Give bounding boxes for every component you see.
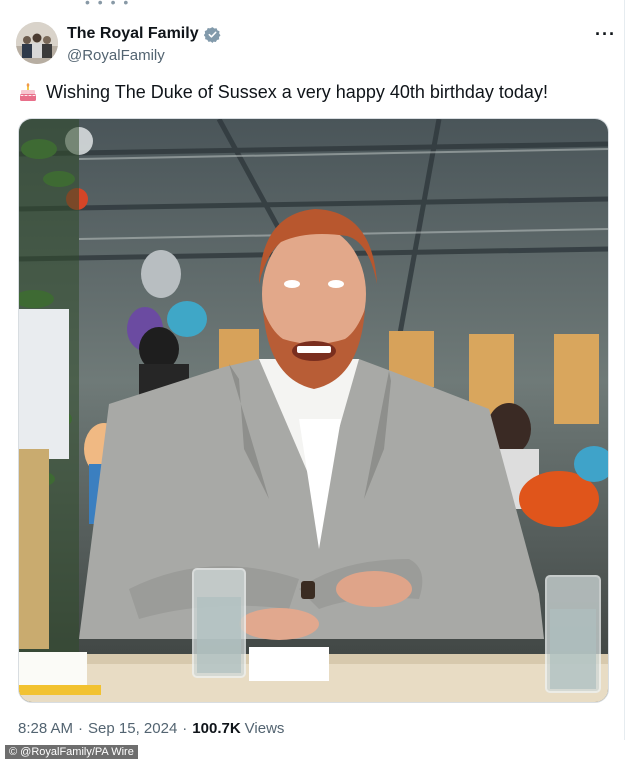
tweet-time[interactable]: 8:28 AM [18, 720, 73, 737]
photo-credit: © @RoyalFamily/PA Wire [5, 745, 138, 759]
meta-separator: · [78, 720, 84, 737]
tweet-date[interactable]: Sep 15, 2024 [88, 720, 177, 737]
author-display-name[interactable]: The Royal Family [67, 25, 199, 43]
views-count: 100.7K [192, 720, 241, 737]
author-handle[interactable]: @RoyalFamily [67, 47, 165, 64]
tweet-body: Wishing The Duke of Sussex a very happy … [46, 82, 548, 102]
timeline-border [624, 0, 625, 740]
tweet-meta: 8:28 AM · Sep 15, 2024 · 100.7K Views [18, 720, 284, 737]
birthday-cake-icon [18, 82, 38, 103]
previous-content-fragment: • • • • [85, 0, 131, 10]
author-name-row: The Royal Family [67, 25, 221, 43]
ellipsis-icon[interactable]: ··· [595, 24, 616, 45]
verified-badge-icon [203, 26, 221, 43]
author-avatar[interactable] [16, 22, 58, 64]
views-label: Views [244, 720, 285, 737]
tweet-photo[interactable] [18, 118, 609, 703]
tweet-header: The Royal Family @RoyalFamily ··· [16, 22, 616, 70]
tweet-text: Wishing The Duke of Sussex a very happy … [18, 82, 548, 103]
meta-separator: · [182, 720, 188, 737]
